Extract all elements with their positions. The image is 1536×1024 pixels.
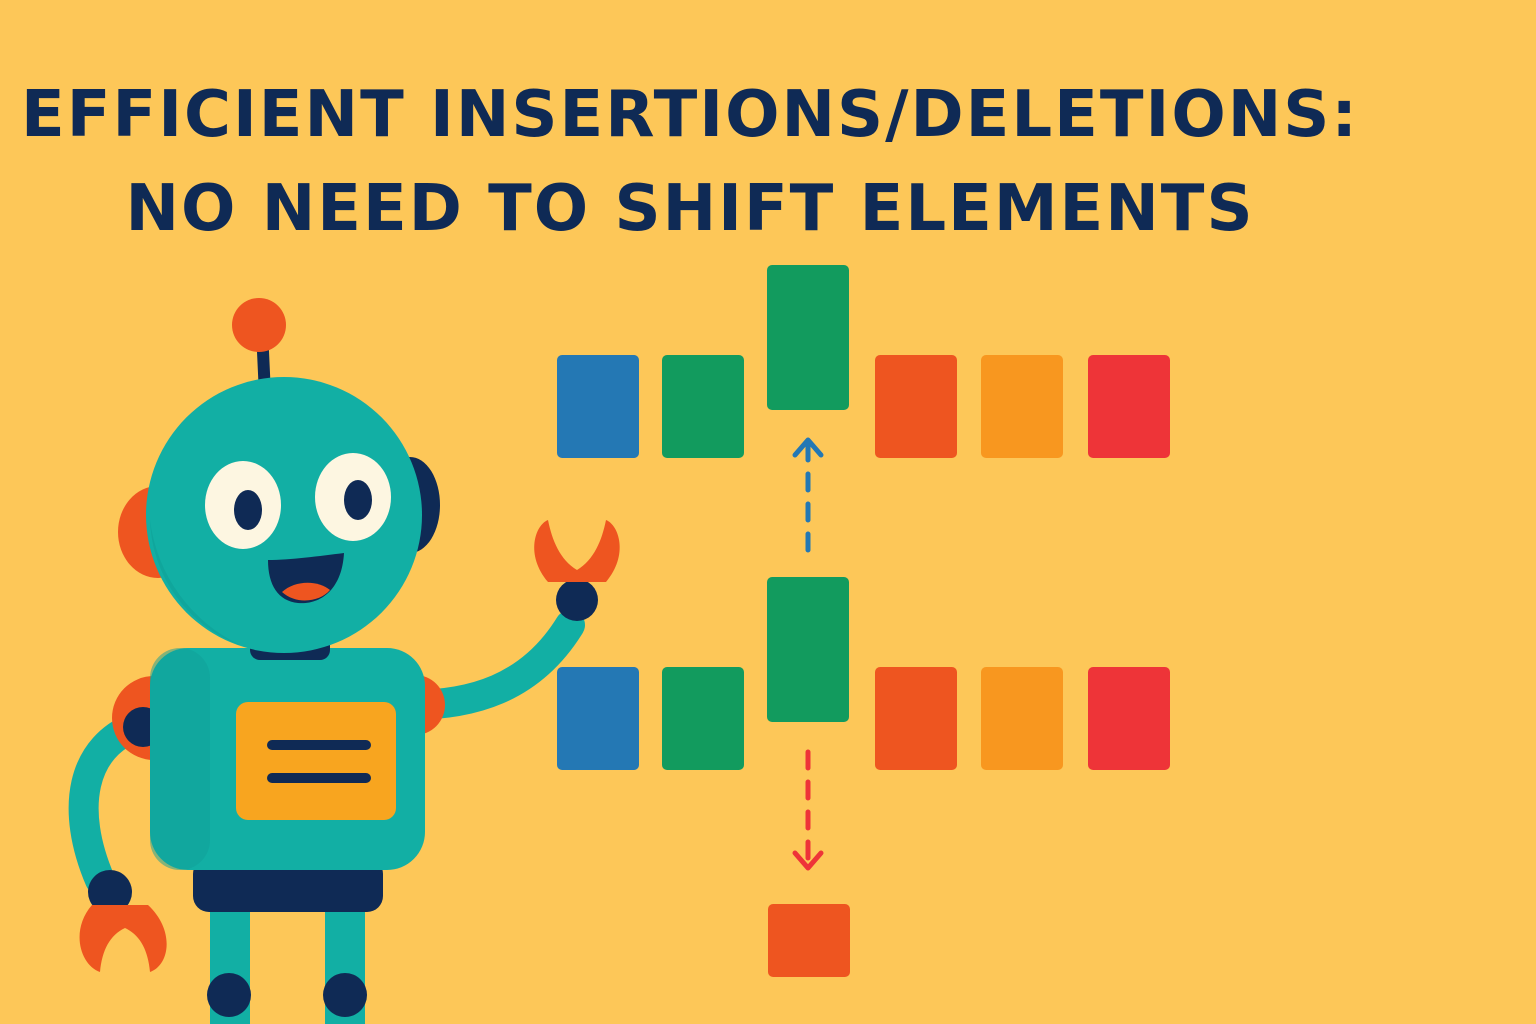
insertion-block-green	[662, 355, 744, 458]
insertion-block-inserted	[767, 265, 849, 410]
deletion-block-orange-red	[875, 667, 957, 770]
deletion-block-red	[1088, 667, 1170, 770]
insertion-block-orange	[981, 355, 1063, 458]
deletion-block-orange	[981, 667, 1063, 770]
deletion-row	[557, 577, 1170, 770]
robot-mascot-icon	[68, 298, 620, 1024]
insertion-block-orange-red	[875, 355, 957, 458]
deletion-block-raised	[767, 577, 849, 722]
insertion-row	[557, 265, 1170, 458]
insertion-block-blue	[557, 355, 639, 458]
delete-arrow-icon	[792, 749, 824, 871]
insert-arrow-icon	[792, 435, 824, 553]
removed-block	[768, 904, 850, 977]
deletion-block-blue	[557, 667, 639, 770]
insertion-block-red	[1088, 355, 1170, 458]
diagram-canvas	[68, 265, 1170, 1024]
deletion-block-green	[662, 667, 744, 770]
